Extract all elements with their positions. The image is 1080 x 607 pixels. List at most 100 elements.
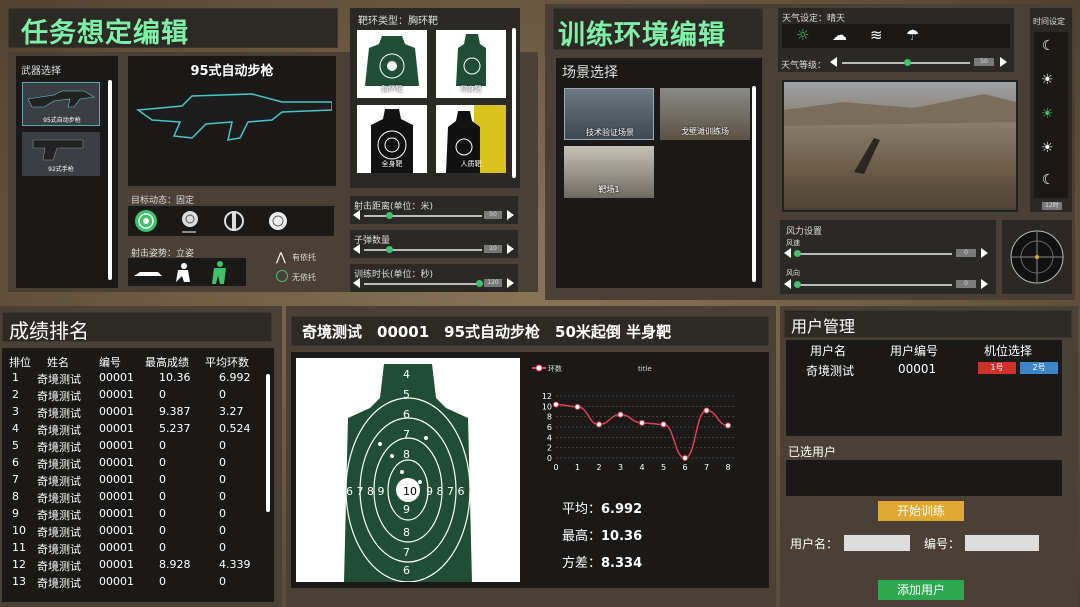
sunny-icon[interactable]: ☼: [796, 26, 809, 44]
id-input[interactable]: [965, 535, 1039, 551]
wind-dir-decrease-icon[interactable]: [784, 279, 791, 289]
support-yes-option[interactable]: ⋀ 有依托: [276, 250, 336, 264]
ranking-header-max: 最高成绩: [145, 356, 189, 369]
scene-item-range1[interactable]: 靶场1: [564, 146, 654, 198]
duration-slider[interactable]: [364, 280, 483, 287]
cloudy-icon[interactable]: ☁: [832, 26, 847, 44]
ammo-increase-icon[interactable]: [507, 244, 514, 254]
selected-users-list: [786, 460, 1062, 496]
table-cell: 0: [159, 473, 166, 486]
ammo-slider[interactable]: [364, 246, 482, 253]
scene-item-verify[interactable]: 技术验证场景: [564, 88, 654, 140]
chart-title: title: [638, 365, 652, 373]
series-line: [555, 403, 729, 459]
table-cell: 8.928: [159, 558, 191, 571]
table-cell: 0: [159, 507, 166, 520]
wind-dir-increase-icon[interactable]: [981, 279, 988, 289]
duration-decrease-icon[interactable]: [353, 278, 360, 288]
target-result: 10 4 5 6 7 8 9 8 7 6 6 7 8 9 9 8 7 6: [296, 358, 520, 583]
table-row[interactable]: 6 奇境测试 00001 0 0: [2, 456, 262, 473]
table-row[interactable]: 12 奇境测试 00001 8.928 4.339: [2, 558, 262, 575]
selected-users-label: 已选用户: [788, 445, 837, 459]
slot-2-button[interactable]: 2号: [1020, 362, 1058, 374]
wind-speed-increase-icon[interactable]: [981, 248, 988, 258]
scene-select-panel: 场景选择 技术验证场景 戈壁滩训练场 靶场1: [556, 58, 762, 288]
target-full[interactable]: 全身靶: [357, 105, 427, 173]
motion-fixed-icon[interactable]: [135, 210, 157, 232]
data-point: [639, 419, 645, 426]
weather-level-increase-icon[interactable]: [1000, 57, 1007, 67]
svg-text:5: 5: [403, 388, 410, 401]
target-hostage[interactable]: 人质靶: [436, 105, 506, 173]
motion-rotate-icon[interactable]: [269, 212, 287, 230]
wind-dir-slider[interactable]: [794, 281, 952, 288]
rain-icon[interactable]: ☂: [906, 26, 919, 44]
table-cell: 0: [159, 575, 166, 588]
table-row[interactable]: 2 奇境测试 00001 0 0: [2, 388, 262, 405]
weapon-item-rifle[interactable]: 95式自动步枪: [22, 82, 100, 126]
target-motion-label: 目标动态：固定: [131, 196, 195, 206]
distance-increase-icon[interactable]: [507, 210, 514, 220]
start-training-button[interactable]: 开始训练: [878, 501, 964, 521]
ammo-decrease-icon[interactable]: [353, 244, 360, 254]
distance-decrease-icon[interactable]: [353, 210, 360, 220]
svg-text:4: 4: [403, 368, 410, 381]
target-chest[interactable]: 胸环靶: [357, 30, 427, 98]
table-row[interactable]: 10 奇境测试 00001 0 0: [2, 524, 262, 541]
x-tick-label: 0: [553, 463, 558, 472]
silhouette-target-icon: 10 4 5 6 7 8 9 8 7 6 6 7 8 9 9 8 7 6: [344, 364, 472, 583]
table-row[interactable]: 5 奇境测试 00001 0 0: [2, 439, 262, 456]
wind-icon[interactable]: ≋: [870, 26, 883, 44]
table-cell: 9: [12, 507, 19, 520]
avg-stat: 平均：6.992: [562, 498, 642, 517]
time-slider[interactable]: ☾ ☀ ☀ ☀ ☾: [1034, 32, 1068, 198]
target-side[interactable]: 侧身靶: [436, 30, 506, 98]
add-user-button[interactable]: 添加用户: [878, 580, 964, 600]
y-tick-label: 0: [547, 454, 552, 463]
table-row[interactable]: 4 奇境测试 00001 5.237 0.524: [2, 422, 262, 439]
weapon-item-pistol[interactable]: 92式手枪: [22, 132, 100, 176]
wind-speed-decrease-icon[interactable]: [784, 248, 791, 258]
table-row[interactable]: 11 奇境测试 00001 0 0: [2, 541, 262, 558]
scene-item-gobi[interactable]: 戈壁滩训练场: [660, 88, 750, 140]
motion-flip-icon[interactable]: [224, 211, 244, 231]
weapon-scrollbar[interactable]: [108, 80, 112, 280]
pose-kneel-icon[interactable]: [176, 263, 190, 282]
table-cell: 0: [219, 473, 226, 486]
table-cell: 11: [12, 541, 26, 554]
users-row[interactable]: 奇境测试 00001 1号 2号: [786, 360, 1062, 378]
table-row[interactable]: 9 奇境测试 00001 0 0: [2, 507, 262, 524]
table-cell: 奇境测试: [37, 373, 81, 386]
time-label: 时间设定: [1033, 17, 1065, 26]
target-type-scrollbar[interactable]: [512, 28, 516, 178]
slot-1-button[interactable]: 1号: [978, 362, 1016, 374]
support-no-option[interactable]: 无依托: [276, 270, 336, 284]
scene-item-range1-label: 靶场1: [598, 185, 620, 194]
rifle-icon: [27, 90, 95, 108]
weather-level-decrease-icon[interactable]: [830, 57, 837, 67]
scene-scrollbar[interactable]: [752, 86, 756, 282]
username-input[interactable]: [844, 535, 910, 551]
wind-panel: 风力设置 风速 0 风向 0: [780, 220, 996, 294]
wind-speed-slider[interactable]: [794, 250, 952, 257]
table-row[interactable]: 1 奇境测试 00001 10.36 6.992: [2, 371, 262, 388]
pose-stand-icon[interactable]: [212, 261, 226, 284]
table-row[interactable]: 7 奇境测试 00001 0 0: [2, 473, 262, 490]
table-row[interactable]: 3 奇境测试 00001 9.387 3.27: [2, 405, 262, 422]
table-cell: 0: [159, 524, 166, 537]
table-row[interactable]: 13 奇境测试 00001 0 0: [2, 575, 262, 592]
svg-text:8: 8: [403, 526, 410, 539]
ranking-scrollbar[interactable]: [266, 374, 270, 512]
motion-left-icon[interactable]: [182, 211, 198, 233]
pose-prone-icon[interactable]: [134, 272, 162, 276]
duration-increase-icon[interactable]: [507, 278, 514, 288]
wind-speed-value: 0: [956, 249, 976, 257]
distance-slider[interactable]: [364, 212, 482, 219]
env-title: 训练环境编辑: [558, 20, 726, 51]
table-cell: 00001: [99, 422, 134, 435]
table-row[interactable]: 8 奇境测试 00001 0 0: [2, 490, 262, 507]
weather-level-slider[interactable]: [842, 59, 970, 66]
result-header-bar: 奇境测试 00001 95式自动步枪 50米起倒 半身靶: [291, 316, 769, 346]
svg-text:6: 6: [403, 408, 410, 421]
data-point: [682, 455, 688, 461]
